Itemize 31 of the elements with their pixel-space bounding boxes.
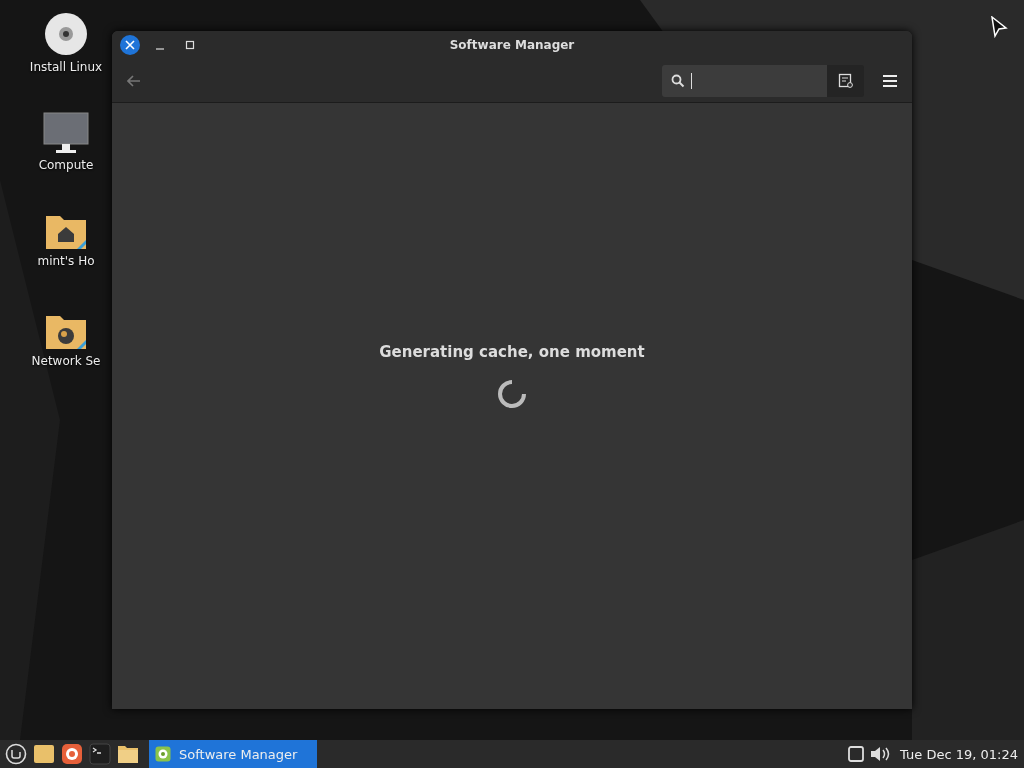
clock[interactable]: Tue Dec 19, 01:24 [900, 746, 1018, 762]
spinner-icon [497, 379, 527, 409]
search-field[interactable] [662, 64, 827, 97]
folder-icon[interactable] [33, 744, 55, 764]
desktop-icon-label[interactable]: mint's Ho [37, 254, 95, 268]
volume-icon[interactable] [870, 746, 891, 762]
browser-icon[interactable] [61, 743, 83, 765]
disc-icon[interactable] [44, 12, 88, 56]
maximize-icon [185, 40, 195, 50]
mint-menu-icon[interactable] [5, 743, 27, 765]
window-list-icon[interactable] [848, 746, 865, 762]
desktop-icon-label[interactable]: Network Se [31, 354, 101, 368]
desktop-icon-label[interactable]: Install Linux [29, 60, 103, 74]
close-icon [125, 40, 135, 50]
minimize-icon [155, 48, 165, 50]
loading-message: Generating cache, one moment [379, 343, 645, 361]
search-options-button[interactable] [827, 64, 864, 97]
desktop-icon-label[interactable]: Compute [38, 158, 94, 172]
terminal-icon[interactable] [89, 743, 111, 765]
window-title: Software Manager [449, 38, 575, 52]
text-cursor [691, 72, 692, 89]
close-button[interactable] [120, 35, 140, 55]
back-arrow-icon [127, 74, 141, 87]
monitor-icon[interactable] [43, 112, 89, 154]
search-icon [671, 73, 685, 88]
app-icon [155, 746, 171, 762]
menu-icon [882, 73, 898, 88]
taskbar-window-button[interactable]: Software Manager [149, 740, 317, 768]
document-search-icon [837, 72, 854, 89]
folder-icon[interactable] [117, 744, 139, 764]
mouse-cursor-icon [990, 16, 1008, 38]
